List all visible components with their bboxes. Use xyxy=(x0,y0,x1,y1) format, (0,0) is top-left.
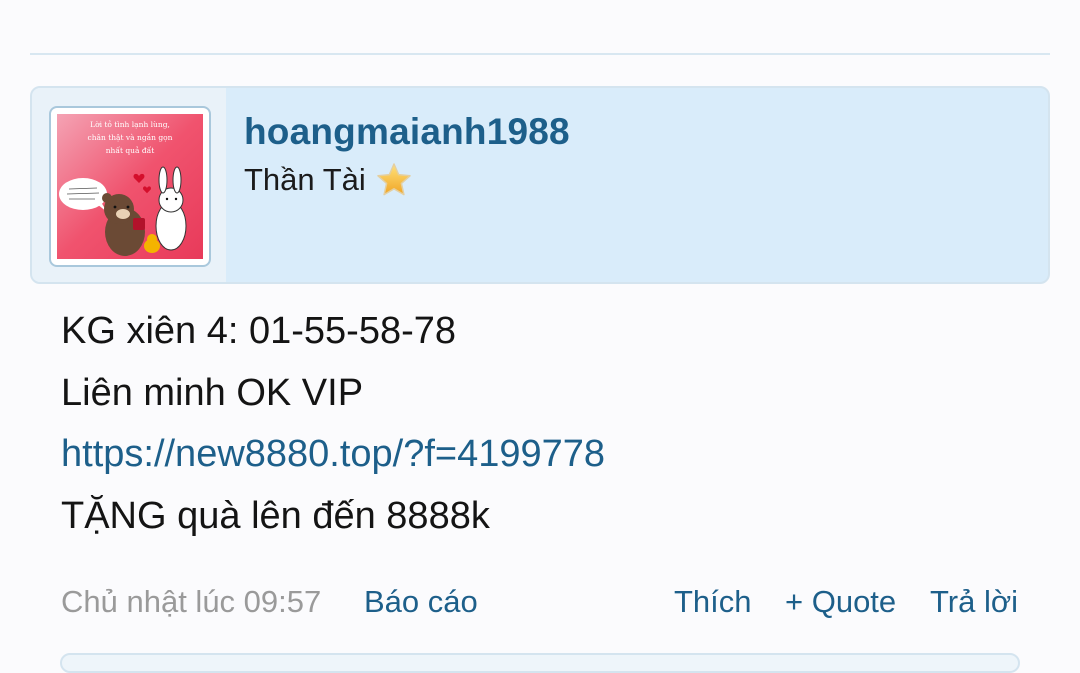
username-link[interactable]: hoangmaianh1988 xyxy=(244,110,570,154)
post-content: KG xiên 4: 01-55-58-78 Liên minh OK VIP … xyxy=(61,301,605,547)
avatar-column: Lời tỏ tình lạnh lùng, chân thật và ngắn… xyxy=(32,88,226,282)
avatar-caption-line: chân thật và ngắn gọn xyxy=(88,133,173,142)
quote-button[interactable]: + Quote xyxy=(785,582,896,622)
post-line: Liên minh OK VIP xyxy=(61,371,364,414)
post-line: KG xiên 4: 01-55-58-78 xyxy=(61,310,457,352)
user-title: Thần Tài xyxy=(244,160,570,200)
star-icon xyxy=(377,163,411,196)
post-footer: Chủ nhật lúc 09:57 Báo cáo Thích + Quote… xyxy=(61,582,1019,622)
avatar-image: Lời tỏ tình lạnh lùng, chân thật và ngắn… xyxy=(57,114,203,259)
avatar-caption-line: nhất quả đất xyxy=(106,146,155,155)
next-post-card xyxy=(60,653,1020,673)
forum-post: Lời tỏ tình lạnh lùng, chân thật và ngắn… xyxy=(30,86,1050,619)
avatar-caption-line: Lời tỏ tình lạnh lùng, xyxy=(90,120,170,129)
report-button[interactable]: Báo cáo xyxy=(364,582,478,622)
user-info: hoangmaianh1988 Thần Tài xyxy=(244,110,570,200)
post-line: TẶNG quà lên đến 8888k xyxy=(61,494,490,537)
post-user-block: Lời tỏ tình lạnh lùng, chân thật và ngắn… xyxy=(30,86,1050,284)
top-divider xyxy=(30,53,1050,55)
post-link[interactable]: https://new8880.top/?f=4199778 xyxy=(61,424,605,486)
user-title-text: Thần Tài xyxy=(244,162,366,197)
avatar[interactable]: Lời tỏ tình lạnh lùng, chân thật và ngắn… xyxy=(49,106,211,267)
post-timestamp[interactable]: Chủ nhật lúc 09:57 xyxy=(61,582,321,622)
like-button[interactable]: Thích xyxy=(674,582,752,622)
reply-button[interactable]: Trả lời xyxy=(930,582,1018,622)
